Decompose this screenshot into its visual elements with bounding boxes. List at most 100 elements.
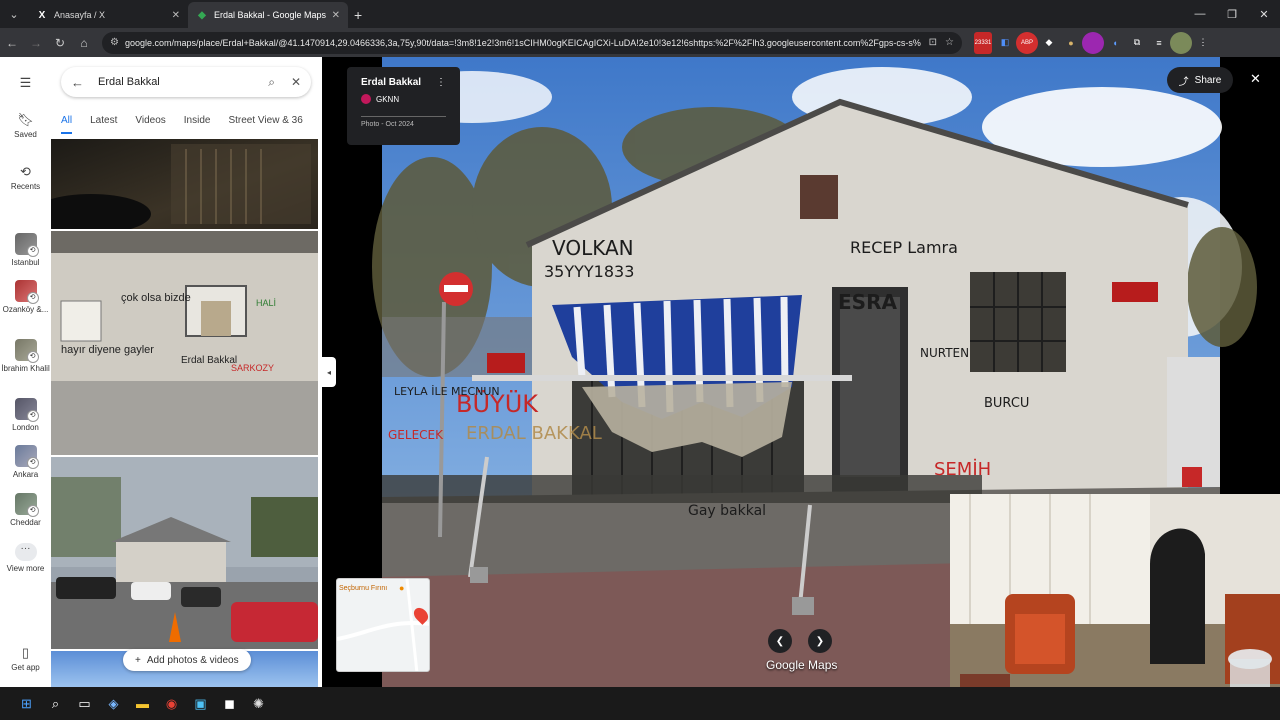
close-window-icon[interactable]: ✕ [1248, 0, 1280, 28]
site-info-icon[interactable]: ⚙ [110, 37, 119, 48]
windows-start-icon[interactable]: ⊞ [12, 689, 41, 718]
recent-place-ankara[interactable]: ⟲ Ankara [0, 445, 51, 479]
photos-panel: ← Erdal Bakkal ⌕ ✕ All Latest Videos Ins… [51, 57, 322, 687]
mini-map[interactable]: ● Seçburnu Fırını [336, 578, 430, 672]
recent-place-ozankoy[interactable]: ⟲ Ozanköy &... [0, 280, 51, 314]
back-icon[interactable]: ← [0, 36, 24, 50]
photo-author[interactable]: GKNN [361, 94, 446, 104]
night-photo-image [51, 144, 311, 229]
back-arrow-icon[interactable]: ← [71, 75, 84, 90]
cookie-extension-icon[interactable]: ● [1060, 32, 1082, 54]
close-icon[interactable]: ✕ [291, 75, 301, 89]
recents-button[interactable]: ⟲ Recents [0, 164, 51, 191]
close-tab-icon[interactable]: ✕ [172, 10, 180, 21]
menu-icon[interactable]: ☰ [0, 75, 51, 93]
place-title[interactable]: Erdal Bakkal [361, 77, 446, 88]
pink-extension-icon[interactable] [1082, 31, 1104, 54]
audio-extension-icon[interactable]: ◖ [1104, 32, 1126, 54]
chevron-right-icon: ❯ [815, 635, 825, 647]
history-icon: ⟲ [26, 457, 39, 469]
copilot-icon[interactable]: ◈ [99, 689, 128, 718]
history-icon: ⟲ [26, 410, 39, 422]
install-app-icon[interactable]: ⊡ [929, 37, 937, 48]
place-label: Ozanköy &... [2, 305, 49, 314]
history-icon: ⟲ [26, 505, 39, 517]
app-icon[interactable]: ▣ [186, 689, 215, 718]
place-thumbnail: ⟲ [14, 233, 39, 257]
history-icon: ⟲ [26, 245, 39, 257]
url-text: google.com/maps/place/Erdal+Bakkal/@41.1… [124, 37, 921, 48]
adblock-extension-icon[interactable]: ABP [1016, 31, 1038, 54]
saved-button[interactable]: 🔖︎ Saved [0, 112, 51, 139]
share-button[interactable]: ⤴ Share [1167, 67, 1233, 93]
bookmark-star-icon[interactable]: ☆ [945, 37, 954, 48]
browser-toolbar: ← → ↻ ⌂ ⚙ google.com/maps/place/Erdal+Ba… [0, 28, 1280, 57]
add-photos-button[interactable]: + Add photos & videos [123, 649, 251, 671]
diamond-extension-icon[interactable]: ◆ [1038, 32, 1060, 54]
place-thumbnail: ⟲ [14, 398, 39, 422]
tiktok-studio-icon[interactable]: ◼ [215, 689, 244, 718]
tab-google-maps[interactable]: ◆ Erdal Bakkal - Google Maps ✕ [188, 2, 348, 28]
mini-map-label: Seçburnu Fırını [339, 585, 388, 592]
file-explorer-icon[interactable]: ▬ [128, 689, 157, 718]
minimize-icon[interactable]: — [1184, 0, 1216, 28]
tab-all[interactable]: All [61, 115, 73, 134]
home-icon[interactable]: ⌂ [72, 36, 96, 50]
place-label: Cheddar [10, 518, 41, 527]
close-tab-icon[interactable]: ✕ [332, 10, 340, 21]
browser-menu-icon[interactable]: ⋮ [1192, 32, 1214, 54]
close-viewer-icon[interactable]: ✕ [1250, 71, 1261, 87]
recent-place-london[interactable]: ⟲ London [0, 398, 51, 432]
reload-icon[interactable]: ↻ [48, 36, 72, 50]
extensions-area: 23331 ◧ ABP ◆ ● ◖ ⧉ ≡ ⋮ [972, 31, 1214, 54]
extension-badge-icon[interactable]: 23331 [972, 31, 994, 54]
new-tab-button[interactable]: + [354, 2, 362, 28]
share-icon: ⤴ [1178, 76, 1189, 88]
graffiti-semih: SEMİH [934, 459, 991, 480]
graffiti-wall-photo-image: çok olsa bizde HALİ hayır diyene gayler … [51, 231, 318, 455]
history-icon: ⟲ [26, 351, 39, 363]
graffiti-volkan: VOLKAN [552, 236, 634, 260]
forward-icon[interactable]: → [24, 36, 48, 50]
address-bar[interactable]: ⚙ google.com/maps/place/Erdal+Bakkal/@41… [102, 31, 962, 54]
view-more-button[interactable]: ··· View more [0, 543, 51, 573]
collapse-panel-button[interactable]: ◂ [322, 357, 336, 387]
recents-label: Recents [10, 182, 41, 191]
recent-place-istanbul[interactable]: ⟲ Istanbul [0, 233, 51, 267]
graffiti-volkan-2: 35YYY1833 [544, 262, 634, 281]
search-input[interactable]: Erdal Bakkal [98, 76, 260, 88]
graffiti-nurten: NURTEN [920, 346, 969, 360]
more-options-icon[interactable]: ⋮ [436, 77, 446, 88]
graffiti-gay-bakkal: Gay bakkal [688, 503, 766, 519]
app-icon-2[interactable]: ✺ [244, 689, 273, 718]
task-view-icon[interactable]: ▭ [70, 689, 99, 718]
bookmark-icon: 🔖︎ [17, 112, 34, 127]
recent-place-ibrahim-khalil[interactable]: ⟲ İbrahim Khalil [0, 339, 51, 373]
photo-thumbnail[interactable]: çok olsa bizde HALİ hayır diyene gayler … [51, 231, 318, 455]
photo-thumbnail[interactable] [51, 457, 318, 649]
next-photo-button[interactable]: ❯ [808, 629, 832, 653]
get-app-button[interactable]: ▯ Get app [0, 645, 51, 672]
translate-extension-icon[interactable]: ◧ [994, 32, 1016, 54]
search-icon[interactable]: ⌕ [41, 689, 70, 718]
chrome-icon[interactable]: ◉ [157, 689, 186, 718]
graffiti-recep: RECEP Lamra [850, 238, 958, 257]
tab-street-view[interactable]: Street View & 36 [228, 115, 302, 134]
previous-photo-button[interactable]: ❮ [768, 629, 792, 653]
recent-place-cheddar[interactable]: ⟲ Cheddar [0, 493, 51, 527]
google-maps-icon: ◆ [198, 9, 206, 21]
saved-label: Saved [14, 130, 37, 139]
mini-map-roads [337, 579, 429, 671]
photo-thumbnail[interactable] [51, 139, 318, 229]
media-control-icon[interactable]: ≡ [1148, 32, 1170, 54]
search-box[interactable]: ← Erdal Bakkal ⌕ ✕ [61, 67, 311, 97]
tab-inside[interactable]: Inside [184, 115, 211, 134]
puzzle-extensions-icon[interactable]: ⧉ [1126, 32, 1148, 54]
tab-latest[interactable]: Latest [90, 115, 117, 134]
profile-avatar-icon[interactable] [1170, 31, 1192, 54]
restore-icon[interactable]: ❐ [1216, 0, 1248, 28]
tab-x[interactable]: X Anasayfa / X ✕ [28, 2, 188, 28]
tab-search-icon[interactable]: ⌄ [0, 0, 28, 28]
search-icon[interactable]: ⌕ [268, 75, 275, 90]
tab-videos[interactable]: Videos [135, 115, 165, 134]
